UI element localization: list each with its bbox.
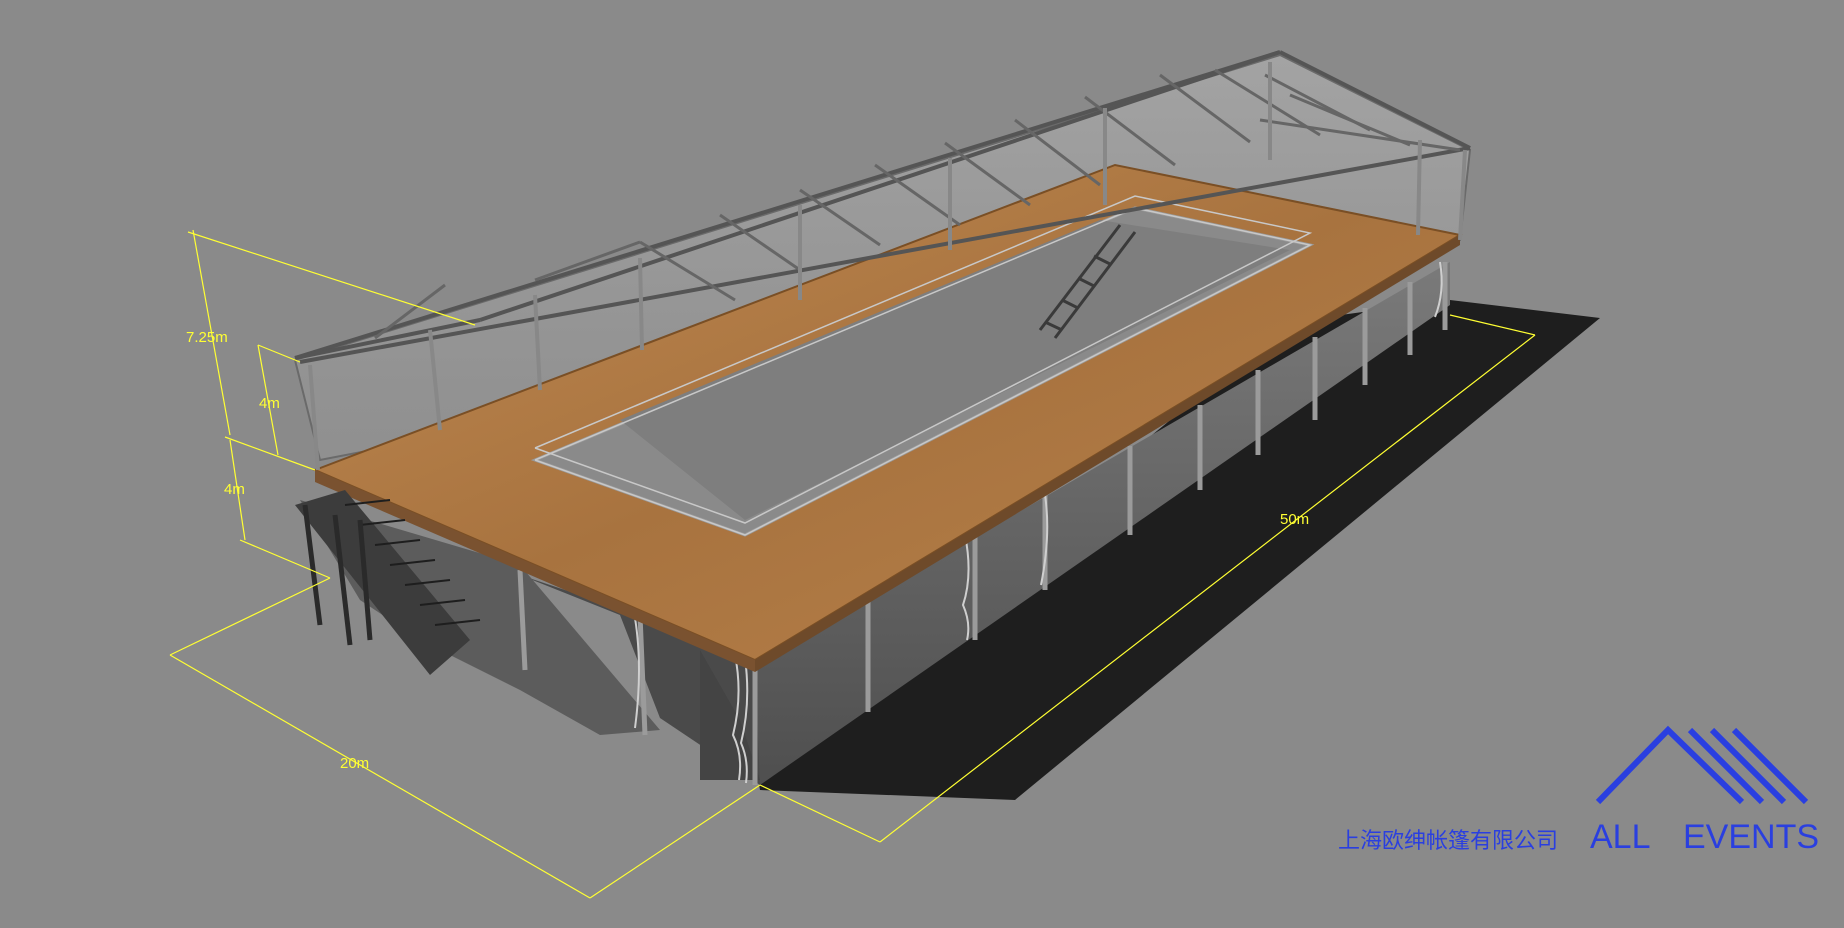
- tent-render-scene: 7.25m 4m 4m 20m 50m 上海欧绅帐篷有限公司 ALL EVENT…: [169, 50, 1819, 899]
- brand-word-all: ALL: [1590, 818, 1651, 856]
- dimension-width-label: 20m: [340, 755, 369, 772]
- dimension-length-label: 50m: [1280, 511, 1309, 528]
- dimension-lower-height-label: 4m: [224, 481, 245, 498]
- all-events-logo: [1595, 725, 1809, 805]
- dimension-upper-height-label: 4m: [259, 395, 280, 412]
- company-name-cn: 上海欧绅帐篷有限公司: [1338, 829, 1558, 854]
- dimension-total-height-label: 7.25m: [186, 329, 228, 346]
- brand-word-events: EVENTS: [1683, 818, 1819, 856]
